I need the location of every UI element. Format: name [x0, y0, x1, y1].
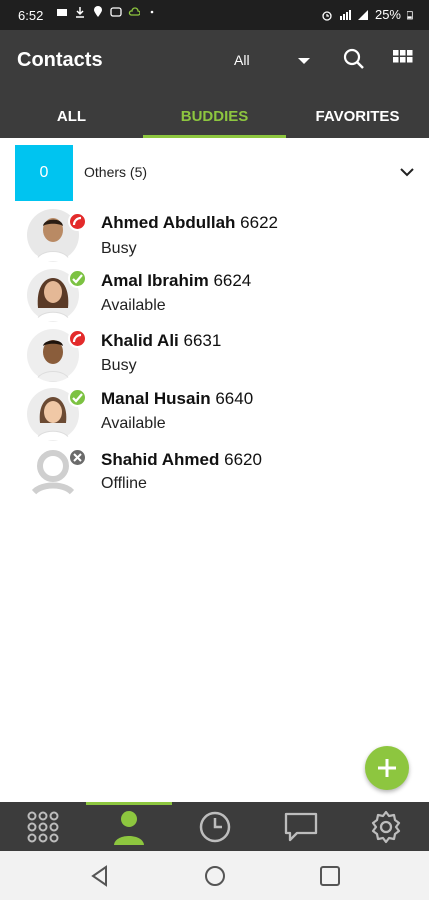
contact-extension: 6622: [240, 213, 278, 232]
contact-name: Manal Husain 6640: [101, 389, 253, 409]
contact-row[interactable]: Ahmed Abdullah 6622 Busy: [0, 206, 429, 264]
contact-extension: 6624: [213, 271, 252, 290]
contact-row[interactable]: Amal Ibrahim 6624 Available: [0, 265, 429, 323]
history-icon: [199, 811, 231, 842]
download-icon: [76, 7, 84, 18]
contact-status: Available: [101, 415, 166, 432]
chat-notify-icon: [110, 7, 122, 17]
signal-icon: [339, 9, 351, 20]
available-status-icon: [68, 269, 87, 288]
back-icon[interactable]: [88, 864, 112, 888]
battery-icon: [407, 10, 413, 19]
group-header-others[interactable]: 0 Others (5): [0, 145, 429, 201]
dialpad-icon: [27, 811, 59, 842]
contact-status: Offline: [101, 475, 147, 492]
offline-status-icon: [68, 448, 87, 467]
nav-history[interactable]: [172, 802, 258, 851]
contact-status: Busy: [101, 240, 137, 257]
contact-name-text: Shahid Ahmed: [101, 450, 220, 469]
cloud-icon: [128, 7, 140, 16]
available-status-icon: [68, 388, 87, 407]
system-icons: 25%: [321, 7, 415, 22]
more-notifications-icon: [150, 10, 154, 14]
app-bar: Contacts All ALL BUDDIES FAVORITES: [0, 30, 429, 138]
busy-status-icon: [68, 329, 87, 348]
chat-icon: [284, 812, 318, 841]
page-title: Contacts: [17, 49, 103, 71]
battery-text: 25%: [374, 7, 401, 22]
location-icon: [94, 6, 102, 17]
contact-extension: 6620: [224, 450, 262, 469]
bottom-navigation: [0, 802, 429, 851]
notification-icons: [56, 6, 158, 18]
tab-favorites[interactable]: FAVORITES: [286, 94, 429, 138]
search-icon[interactable]: [343, 48, 365, 70]
contact-extension: 6631: [183, 331, 222, 350]
recent-apps-icon[interactable]: [318, 864, 342, 888]
group-label: Others (5): [84, 164, 148, 180]
contact-name: Khalid Ali 6631: [101, 331, 221, 351]
alarm-icon: [322, 10, 332, 21]
add-contact-button[interactable]: [365, 746, 409, 790]
nav-settings[interactable]: [343, 802, 429, 851]
contact-name: Amal Ibrahim 6624: [101, 271, 251, 291]
plus-icon: [378, 759, 396, 777]
group-count: 0: [15, 145, 73, 201]
filter-select[interactable]: All: [234, 52, 250, 68]
tab-buddies[interactable]: BUDDIES: [143, 94, 286, 138]
tab-all[interactable]: ALL: [0, 94, 143, 138]
contact-row[interactable]: Shahid Ahmed 6620 Offline: [0, 444, 429, 502]
home-icon[interactable]: [203, 864, 227, 888]
grid-view-icon[interactable]: [393, 50, 413, 70]
contact-name: Ahmed Abdullah 6622: [101, 213, 278, 233]
contact-name-text: Amal Ibrahim: [101, 271, 209, 290]
status-bar: 6:52 25%: [0, 0, 429, 30]
nav-dialpad[interactable]: [0, 802, 86, 851]
busy-status-icon: [68, 212, 87, 231]
contact-row[interactable]: Manal Husain 6640 Available: [0, 384, 429, 442]
contact-name-text: Ahmed Abdullah: [101, 213, 236, 232]
contacts-icon: [114, 810, 144, 845]
system-navigation-bar: [0, 851, 429, 900]
nav-chat[interactable]: [258, 802, 344, 851]
contact-name-text: Khalid Ali: [101, 331, 179, 350]
chevron-down-icon[interactable]: [400, 167, 414, 177]
contact-status: Available: [101, 297, 166, 314]
contact-extension: 6640: [215, 389, 254, 408]
settings-icon: [371, 810, 401, 843]
nav-contacts[interactable]: [86, 802, 172, 851]
chevron-down-icon[interactable]: [296, 56, 312, 66]
contact-status: Busy: [101, 357, 137, 374]
status-time: 6:52: [18, 8, 44, 23]
tab-bar: ALL BUDDIES FAVORITES: [0, 94, 429, 138]
contact-name-text: Manal Husain: [101, 389, 211, 408]
wifi-signal-icon: [357, 9, 368, 20]
contact-name: Shahid Ahmed 6620: [101, 450, 262, 470]
contact-row[interactable]: Khalid Ali 6631 Busy: [0, 325, 429, 383]
notification-icon: [57, 9, 67, 16]
